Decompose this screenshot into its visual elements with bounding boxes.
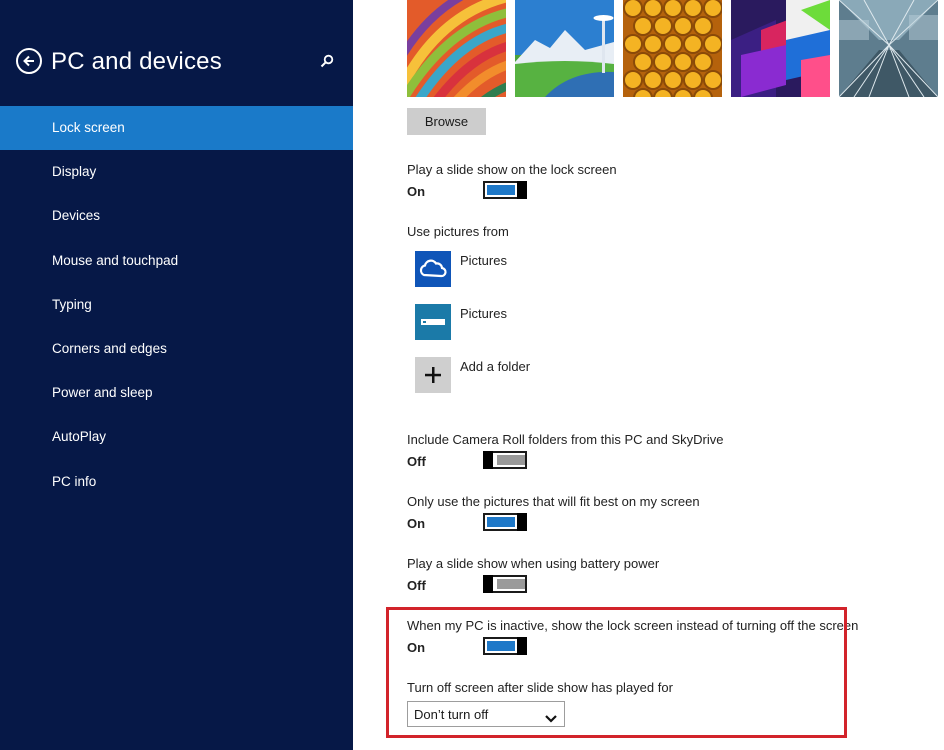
toggle-knob [517,513,527,531]
toggle-knob [517,637,527,655]
camera-roll-label: Include Camera Roll folders from this PC… [407,432,724,447]
plus-icon [415,357,451,393]
nav-item-pc-info[interactable]: PC info [0,460,353,504]
background-thumbnail-honeycomb[interactable] [623,0,722,97]
source-item-skydrive-pictures[interactable]: Pictures [415,251,665,289]
search-icon[interactable] [320,54,334,73]
nav-item-power-and-sleep[interactable]: Power and sleep [0,371,353,415]
background-thumbnail-stripes[interactable] [407,0,506,97]
camera-roll-state: Off [407,454,426,469]
nav-item-corners-and-edges[interactable]: Corners and edges [0,327,353,371]
drive-icon [415,304,451,340]
back-arrow-icon[interactable] [16,48,42,74]
add-folder-label: Add a folder [460,359,531,374]
battery-slideshow-label: Play a slide show when using battery pow… [407,556,660,571]
slideshow-toggle[interactable] [483,181,527,199]
inactive-lock-screen-state: On [407,640,426,655]
toggle-track [487,185,515,195]
turn-off-screen-label: Turn off screen after slide show has pla… [407,680,673,695]
best-fit-label: Only use the pictures that will fit best… [407,494,700,509]
toggle-track [487,641,515,651]
nav-item-display[interactable]: Display [0,150,353,194]
toggle-knob [483,575,493,593]
camera-roll-toggle[interactable] [483,451,527,469]
slideshow-state: On [407,184,426,199]
nav-item-lock-screen[interactable]: Lock screen [0,106,353,151]
navigation-pane: PC and devices Lock screen Display Devic… [0,0,353,750]
chevron-down-icon [545,710,557,728]
background-thumbnail-space-needle[interactable] [515,0,614,97]
turn-off-screen-dropdown[interactable]: Don’t turn off [407,701,565,727]
nav-header: PC and devices [16,46,346,80]
lock-screen-settings: Browse Play a slide show on the lock scr… [353,0,944,750]
nav-item-typing[interactable]: Typing [0,283,353,327]
nav-item-mouse-and-touchpad[interactable]: Mouse and touchpad [0,239,353,283]
source-item-drive-pictures[interactable]: Pictures [415,304,665,342]
toggle-knob [483,451,493,469]
use-pictures-from-label: Use pictures from [407,224,509,239]
slideshow-label: Play a slide show on the lock screen [407,162,617,177]
battery-slideshow-state: Off [407,578,426,593]
toggle-track [497,455,525,465]
skydrive-cloud-icon [415,251,451,287]
best-fit-state: On [407,516,426,531]
nav-item-devices[interactable]: Devices [0,194,353,238]
source-label: Pictures [460,253,507,268]
browse-button[interactable]: Browse [407,108,486,135]
battery-slideshow-toggle[interactable] [483,575,527,593]
inactive-lock-screen-label: When my PC is inactive, show the lock sc… [407,618,859,633]
toggle-knob [517,181,527,199]
background-thumbnail-prisms[interactable] [731,0,830,97]
toggle-track [497,579,525,589]
nav-list: Lock screen Display Devices Mouse and to… [0,106,353,504]
toggle-track [487,517,515,527]
page-title: PC and devices [51,48,222,75]
source-label: Pictures [460,306,507,321]
best-fit-toggle[interactable] [483,513,527,531]
background-thumbnail-tunnel[interactable] [839,0,938,97]
dropdown-value: Don’t turn off [414,707,489,722]
inactive-lock-screen-toggle[interactable] [483,637,527,655]
add-folder-button[interactable]: Add a folder [415,357,665,395]
nav-item-autoplay[interactable]: AutoPlay [0,415,353,459]
